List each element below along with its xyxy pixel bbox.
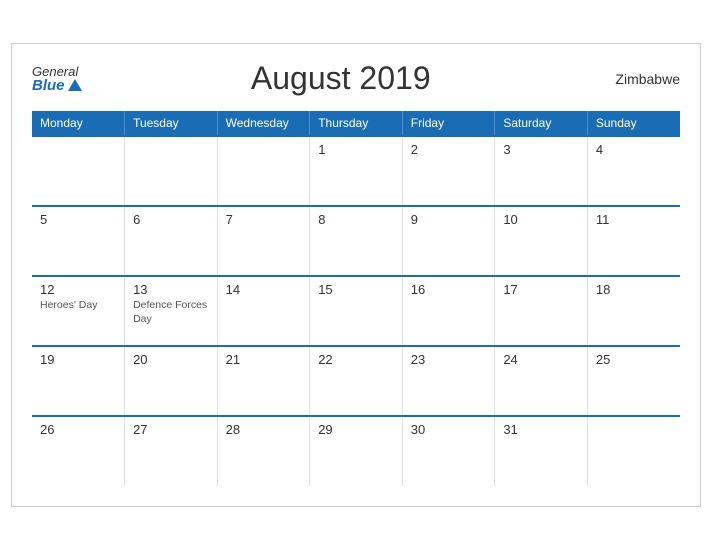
calendar-day-cell: 31 [495,416,588,486]
day-number: 13 [133,282,209,297]
calendar-day-cell: 17 [495,276,588,346]
day-number: 15 [318,282,394,297]
day-number: 29 [318,422,394,437]
calendar-day-cell: 10 [495,206,588,276]
calendar-day-cell: 23 [402,346,495,416]
calendar-day-cell: 6 [125,206,218,276]
day-number: 22 [318,352,394,367]
day-number: 1 [318,142,394,157]
day-number: 4 [596,142,672,157]
calendar-day-cell: 29 [310,416,403,486]
calendar-day-cell [587,416,680,486]
day-number: 5 [40,212,116,227]
calendar-day-cell: 4 [587,136,680,206]
country-label: Zimbabwe [600,71,680,87]
day-number: 20 [133,352,209,367]
calendar-day-cell: 7 [217,206,310,276]
day-number: 2 [411,142,487,157]
calendar-day-cell: 8 [310,206,403,276]
logo-triangle-icon [68,79,82,91]
header-friday: Friday [402,111,495,136]
day-number: 19 [40,352,116,367]
logo-general-text: General [32,65,82,78]
calendar-day-cell: 28 [217,416,310,486]
calendar-day-cell [32,136,125,206]
calendar-day-cell: 5 [32,206,125,276]
day-number: 18 [596,282,672,297]
calendar-day-cell: 15 [310,276,403,346]
calendar-table: Monday Tuesday Wednesday Thursday Friday… [32,111,680,486]
event-label: Heroes' Day [40,299,116,313]
logo: General Blue [32,65,82,93]
calendar-week-row: 12 Heroes' Day 13 Defence Forces Day 14 15 16 1… [32,276,680,346]
calendar-day-cell: 14 [217,276,310,346]
day-number: 26 [40,422,116,437]
day-number: 21 [226,352,302,367]
header-thursday: Thursday [310,111,403,136]
day-number: 6 [133,212,209,227]
day-number: 14 [226,282,302,297]
day-number: 24 [503,352,579,367]
day-number: 30 [411,422,487,437]
calendar-day-cell: 16 [402,276,495,346]
weekday-header-row: Monday Tuesday Wednesday Thursday Friday… [32,111,680,136]
day-number: 27 [133,422,209,437]
header-wednesday: Wednesday [217,111,310,136]
calendar-header: General Blue August 2019 Zimbabwe [32,60,680,97]
day-number: 17 [503,282,579,297]
calendar-day-cell: 2 [402,136,495,206]
event-label: Defence Forces Day [133,299,209,326]
calendar-day-cell: 11 [587,206,680,276]
calendar-day-cell: 18 [587,276,680,346]
day-number: 28 [226,422,302,437]
header-monday: Monday [32,111,125,136]
calendar-day-cell: 3 [495,136,588,206]
day-number: 23 [411,352,487,367]
calendar-week-row: 26 27 28 29 30 31 [32,416,680,486]
calendar-day-cell: 20 [125,346,218,416]
calendar-day-cell: 9 [402,206,495,276]
calendar-day-cell: 25 [587,346,680,416]
day-number: 11 [596,212,672,227]
calendar-week-row: 1 2 3 4 [32,136,680,206]
calendar-day-cell [125,136,218,206]
day-number: 16 [411,282,487,297]
calendar-day-cell: 26 [32,416,125,486]
day-number: 3 [503,142,579,157]
logo-blue-text: Blue [32,78,82,93]
calendar-day-cell: 27 [125,416,218,486]
calendar-day-cell: 24 [495,346,588,416]
header-tuesday: Tuesday [125,111,218,136]
calendar-day-cell [217,136,310,206]
header-saturday: Saturday [495,111,588,136]
day-number: 8 [318,212,394,227]
day-number: 12 [40,282,116,297]
calendar-container: General Blue August 2019 Zimbabwe Monday… [11,43,701,507]
calendar-week-row: 19 20 21 22 23 24 25 [32,346,680,416]
calendar-day-cell: 1 [310,136,403,206]
calendar-day-cell: 19 [32,346,125,416]
day-number: 25 [596,352,672,367]
day-number: 31 [503,422,579,437]
calendar-day-cell: 13 Defence Forces Day [125,276,218,346]
calendar-week-row: 5 6 7 8 9 10 11 [32,206,680,276]
calendar-day-cell: 21 [217,346,310,416]
day-number: 7 [226,212,302,227]
day-number: 9 [411,212,487,227]
calendar-day-cell: 12 Heroes' Day [32,276,125,346]
calendar-day-cell: 22 [310,346,403,416]
header-sunday: Sunday [587,111,680,136]
calendar-title: August 2019 [82,60,600,97]
day-number: 10 [503,212,579,227]
calendar-day-cell: 30 [402,416,495,486]
